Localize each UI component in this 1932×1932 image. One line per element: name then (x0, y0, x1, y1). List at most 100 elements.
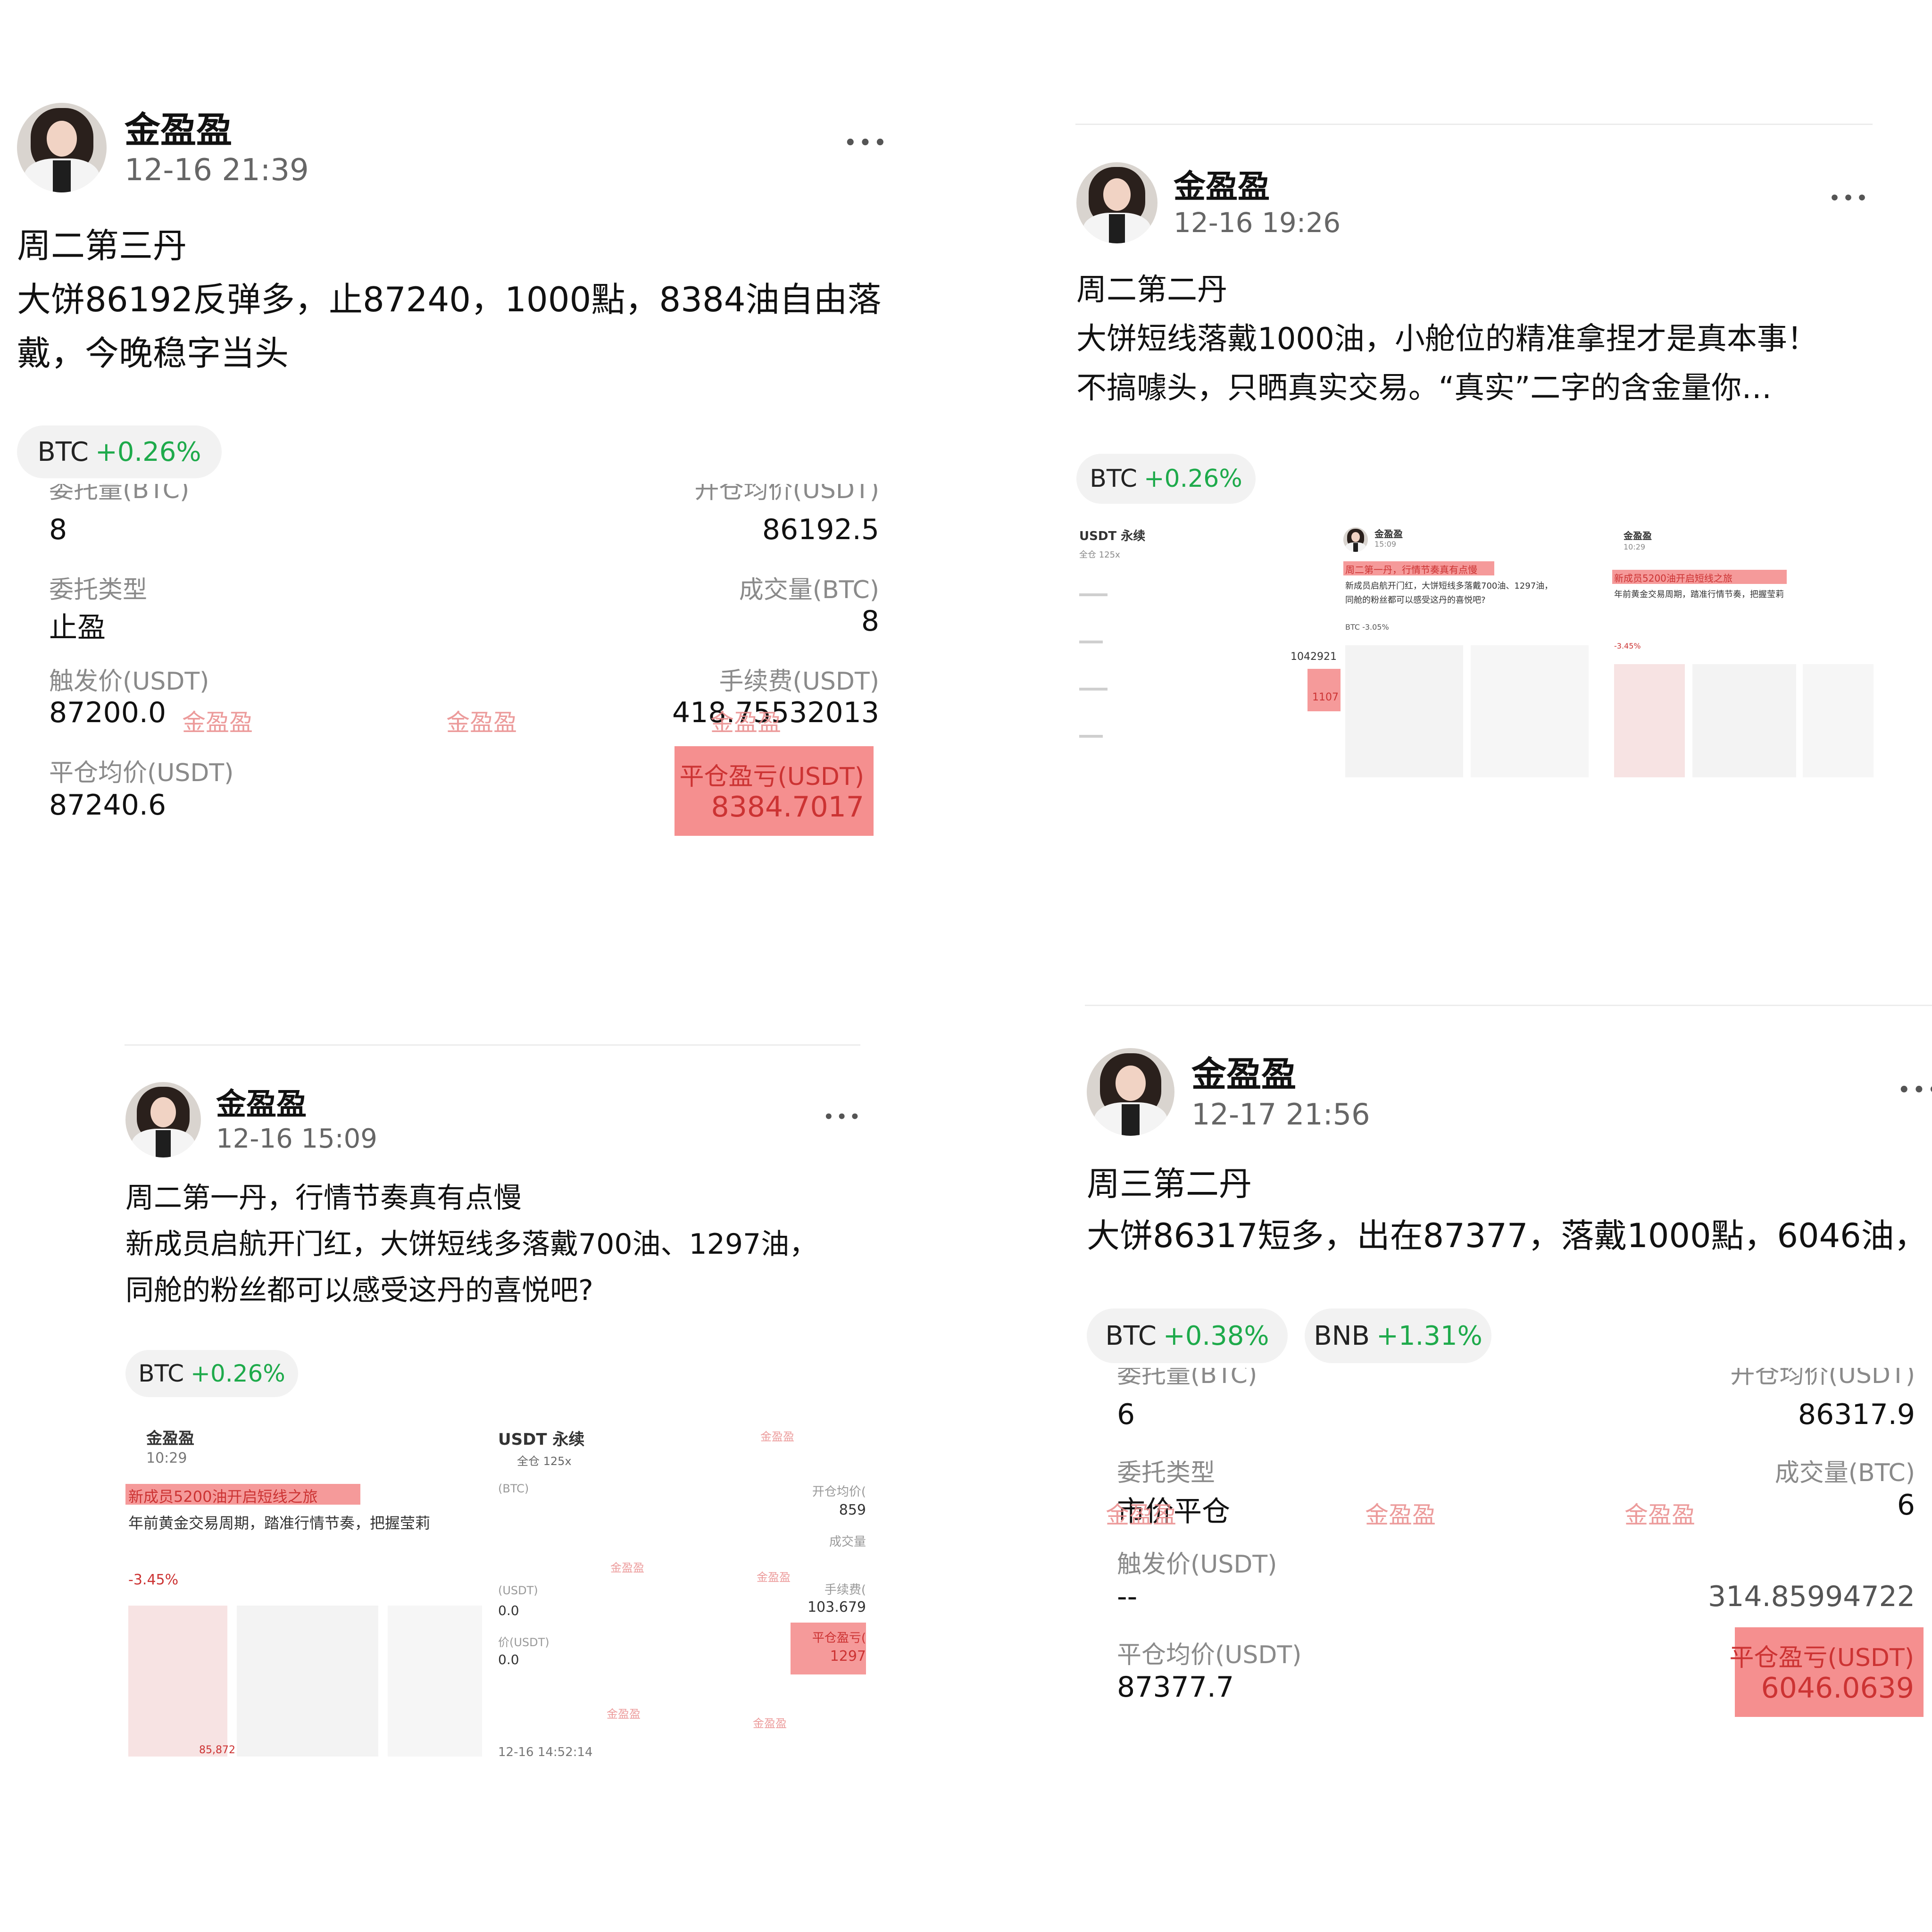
ticker-tag-btc[interactable]: BTC +0.26% (1076, 454, 1256, 504)
thumb-title: USDT 永续 (498, 1430, 585, 1449)
preview-block (1692, 664, 1796, 777)
thumb-subtitle: 全仓 125x (1079, 550, 1120, 560)
open-avg-value: 86317.9 (1798, 1398, 1915, 1431)
row-line (1079, 735, 1103, 738)
filled-label: 成交量 (829, 1535, 866, 1549)
thumb-banner: 新成员5200油开启短线之旅 (128, 1488, 318, 1506)
thumb-change: -3.45% (128, 1572, 179, 1588)
image-thumbnail[interactable]: 金盈盈 10:29 新成员5200油开启短线之旅 年前黄金交易周期，踏准行情节奏… (1612, 518, 1876, 782)
image-thumbnail[interactable]: 金盈盈 15:09 周二第一丹，行情节奏真有点慢 新成员启航开门红，大饼短线多落… (1343, 518, 1607, 782)
thumb-time: 15:09 (1374, 540, 1397, 549)
thumb-time: 12-16 14:52:14 (498, 1745, 593, 1759)
open-avg-label: 开仓均价( (812, 1485, 866, 1499)
pnl-value: 1297 (830, 1648, 866, 1665)
image-thumbnail[interactable]: USDT 永续 全仓 125x 1042921 1107 (1076, 518, 1341, 782)
trigger-value: 87200.0 (49, 696, 167, 729)
image-thumbnail[interactable]: USDT 永续 全仓 125x (BTC) (USDT) 0.0 价(USDT)… (498, 1412, 866, 1780)
order-screenshot[interactable]: 委托量(BTC) 8 开仓均价(USDT) 86192.5 委托类型 止盈 成交… (17, 484, 891, 861)
ticker-tag-btc[interactable]: BTC +0.38% (1087, 1308, 1288, 1363)
preview-block (388, 1606, 482, 1757)
thumb-price: 85,872 (199, 1744, 235, 1756)
thumb-time: 10:29 (1624, 542, 1646, 551)
row-line (1079, 593, 1108, 596)
image-thumbnail[interactable]: 金盈盈 10:29 新成员5200油开启短线之旅 年前黄金交易周期，踏准行情节奏… (125, 1412, 489, 1780)
post-line: 戴，今晚稳字当头 (17, 333, 289, 373)
filled-label: 成交量(BTC) (1774, 1459, 1915, 1487)
open-avg-value: 86192.5 (762, 513, 879, 546)
watermark: 金盈盈 (607, 1707, 641, 1721)
post-2: 金盈盈 12-16 19:26 ••• 周二第二丹 大饼短线落戴1000油，小舱… (966, 0, 1932, 966)
thumb-label: 价(USDT) (498, 1636, 550, 1649)
thumb-value: 0.0 (498, 1603, 519, 1618)
post-line: 新成员启航开门红，大饼短线多落戴700油、1297油， (125, 1228, 818, 1261)
preview-block (237, 1606, 378, 1757)
thumb-change: -3.45% (1614, 641, 1641, 650)
avatar[interactable] (1087, 1048, 1174, 1136)
ticker-tag-bnb[interactable]: BNB +1.31% (1305, 1308, 1491, 1363)
ticker-tag-btc[interactable]: BTC +0.26% (125, 1350, 298, 1397)
thumb-title: USDT 永续 (1079, 529, 1146, 543)
filled-label: 成交量(BTC) (739, 576, 879, 604)
post-time: 12-16 19:26 (1174, 207, 1341, 239)
ticker-tag-btc[interactable]: BTC +0.26% (17, 425, 222, 478)
post-line: 大饼86192反弹多，止87240，1000點，8384油自由落 (17, 280, 882, 319)
fee-value: 314.85994722 (1708, 1580, 1915, 1613)
thumb-change: BTC -3.05% (1345, 623, 1389, 632)
order-screenshot[interactable]: 委托量(BTC) 6 开仓均价(USDT) 86317.9 委托类型 市价平仓 … (1087, 1368, 1932, 1740)
order-qty-value: 6 (1117, 1398, 1135, 1431)
post-line: 大饼86317短多，出在87377，落戴1000點，6046油， (1087, 1216, 1927, 1255)
watermark: 金盈盈 (610, 1561, 644, 1574)
thumb-time: 10:29 (146, 1450, 187, 1466)
post-title: 周二第三丹 (17, 226, 187, 266)
avatar[interactable] (17, 103, 107, 192)
trigger-label: 触发价(USDT) (49, 667, 209, 696)
thumb-text: 年前黄金交易周期，踏准行情节奏，把握莹莉 (128, 1514, 431, 1532)
pnl-label: 平仓盈亏(USDT) (1729, 1644, 1914, 1672)
ticker-change: +0.26% (191, 1360, 285, 1387)
watermark: 金盈盈 (753, 1717, 787, 1730)
post-title: 周二第二丹 (1076, 273, 1227, 308)
row-line (1079, 641, 1103, 643)
thumb-text: 年前黄金交易周期，踏准行情节奏，把握莹莉 (1614, 590, 1784, 600)
pnl-highlight: 平仓盈亏(USDT) 8384.7017 (675, 746, 874, 836)
post-line: 大饼短线落戴1000油，小舱位的精准拿捏才是真本事！ (1076, 322, 1817, 357)
order-qty-label: 委托量(BTC) (49, 484, 190, 504)
preview-block (1345, 645, 1463, 777)
ticker-symbol: BTC (138, 1360, 184, 1387)
post-4: 金盈盈 12-17 21:56 ••• 周三第二丹 大饼86317短多，出在87… (966, 966, 1932, 1932)
author-name[interactable]: 金盈盈 (1174, 160, 1270, 207)
post-title: 周三第二丹 (1087, 1165, 1252, 1203)
author-name[interactable]: 金盈盈 (216, 1080, 307, 1124)
filled-value: 6 (1897, 1489, 1915, 1522)
trigger-label: 触发价(USDT) (1117, 1550, 1277, 1579)
avatar[interactable] (125, 1082, 201, 1158)
close-avg-value: 87240.6 (49, 789, 167, 822)
row-line (1079, 688, 1108, 691)
thumb-text: 同舱的粉丝都可以感受这丹的喜悦吧? (1345, 595, 1486, 605)
ticker-symbol: BNB (1314, 1320, 1370, 1351)
more-icon[interactable]: ••• (844, 132, 889, 154)
thumb-subtitle: 全仓 125x (517, 1455, 572, 1468)
post-line: 不搞噱头，只晒真实交易。“真实”二字的含金量你… (1076, 371, 1772, 406)
thumb-author: 金盈盈 (1624, 530, 1652, 541)
avatar[interactable] (1076, 162, 1158, 243)
more-icon[interactable]: ••• (1829, 189, 1870, 208)
post-time: 12-17 21:56 (1191, 1097, 1370, 1132)
ticker-change: +1.31% (1376, 1320, 1482, 1351)
more-icon[interactable]: ••• (824, 1108, 863, 1126)
watermark: 金盈盈 (710, 709, 781, 736)
fee-label: 手续费( (824, 1583, 866, 1597)
order-type-label: 委托类型 (49, 576, 148, 604)
post-line: 同舱的粉丝都可以感受这丹的喜悦吧? (125, 1274, 593, 1307)
preview-block (128, 1606, 227, 1757)
author-name[interactable]: 金盈盈 (1191, 1046, 1296, 1097)
watermark: 金盈盈 (182, 709, 253, 736)
trigger-value: -- (1117, 1580, 1138, 1613)
thumb-author: 金盈盈 (146, 1429, 194, 1448)
preview-block (1471, 645, 1589, 777)
more-icon[interactable]: ••• (1898, 1079, 1932, 1101)
watermark: 金盈盈 (446, 709, 517, 736)
close-avg-label: 平仓均价(USDT) (49, 759, 234, 787)
watermark: 金盈盈 (1106, 1501, 1176, 1529)
author-name[interactable]: 金盈盈 (125, 101, 232, 153)
